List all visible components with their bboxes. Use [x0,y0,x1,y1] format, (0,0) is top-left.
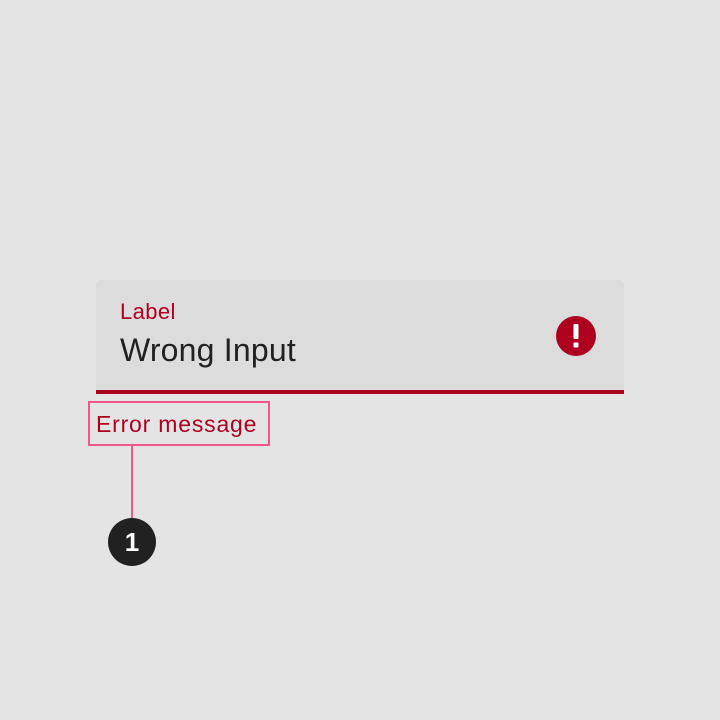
annotation-leader-line [131,446,133,520]
annotation-marker: 1 [108,518,156,566]
error-exclamation-icon [556,316,596,356]
text-field-error[interactable]: Label Wrong Input [96,280,624,394]
field-label: Label [120,299,176,324]
input-value[interactable]: Wrong Input [120,332,296,368]
annotation-highlight-box: Error message [88,401,270,446]
error-message: Error message [96,411,258,437]
